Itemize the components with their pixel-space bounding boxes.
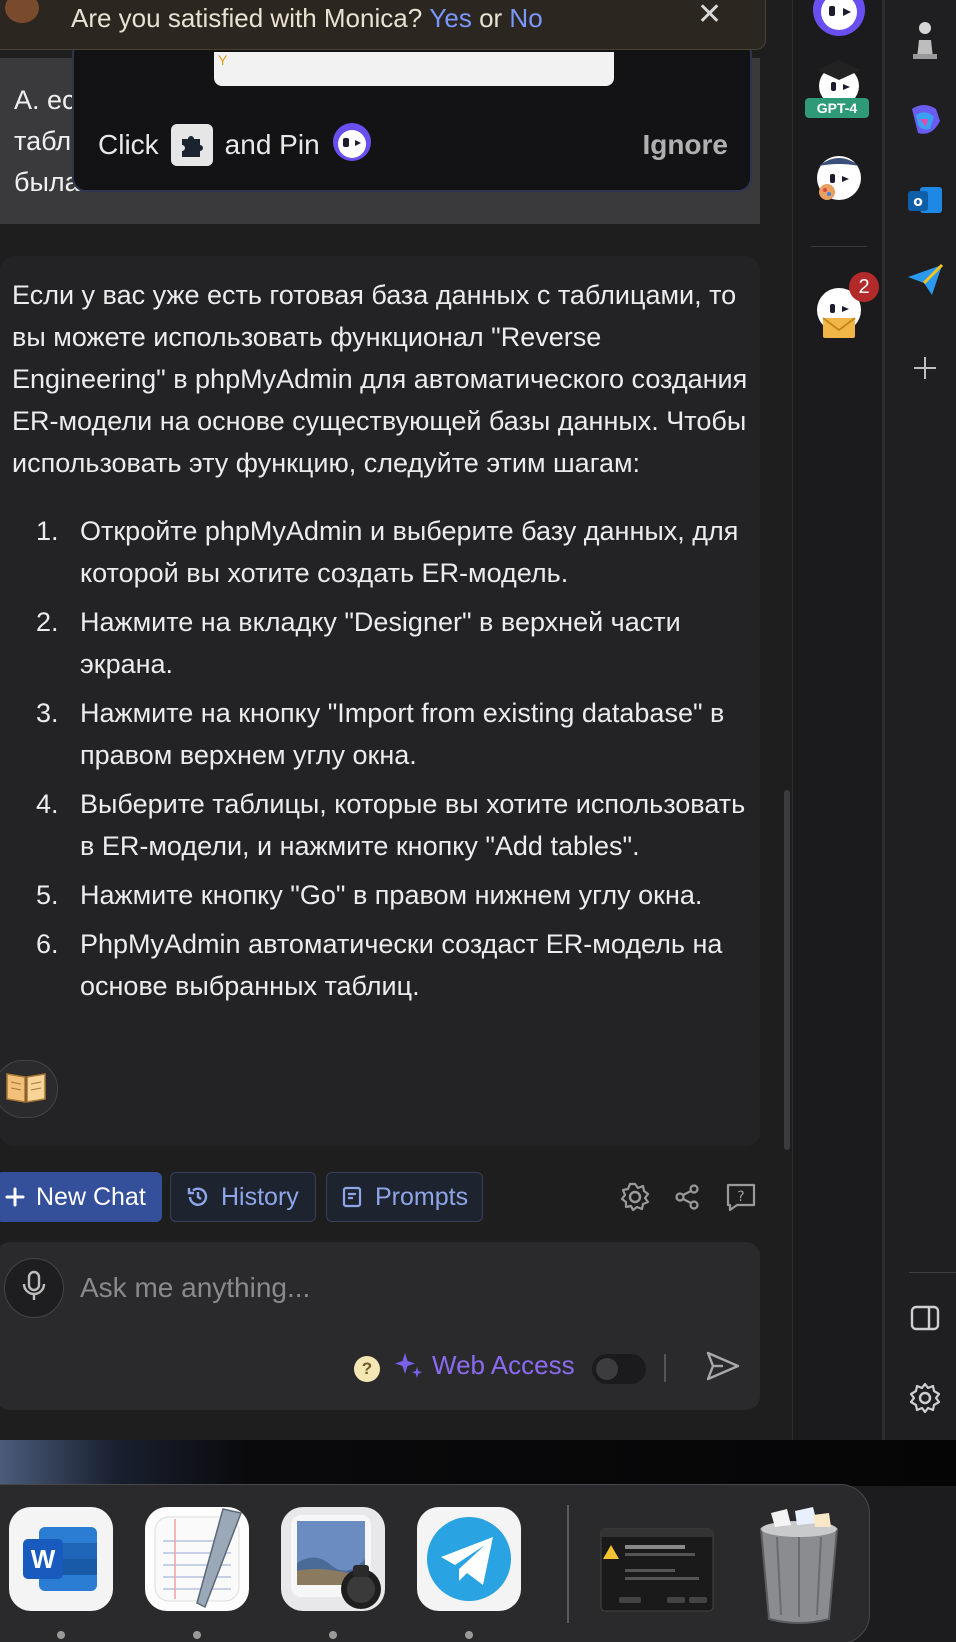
send-icon <box>705 1350 741 1387</box>
extensions-puzzle-icon <box>170 124 213 166</box>
history-label: History <box>221 1182 299 1211</box>
running-indicator <box>329 1631 337 1639</box>
feedback-no-link[interactable]: No <box>509 3 542 34</box>
monica-bot-icon[interactable] <box>811 0 867 38</box>
step-number: 2. <box>36 607 59 637</box>
monica-logo-icon <box>332 122 372 169</box>
gpt4-badge: GPT-4 <box>805 98 869 118</box>
step-text: PhpMyAdmin автоматически создаст ER-моде… <box>80 929 723 1001</box>
toggle-knob <box>596 1358 618 1380</box>
microphone-icon <box>20 1270 48 1307</box>
pin-popup-preview-text: Y <box>218 52 228 68</box>
chat-toolbar: New Chat History Prompts ? <box>0 1172 770 1224</box>
message-composer: ? Web Access <box>0 1242 760 1410</box>
answer-intro: Если у вас уже есть готовая база данных … <box>12 280 748 478</box>
dock-minimized-window-thumbnail[interactable] <box>597 1525 717 1615</box>
dock-app-word-icon[interactable]: W <box>9 1507 113 1611</box>
browser-sidebar: o <box>882 0 956 1440</box>
send-button[interactable] <box>702 1348 744 1388</box>
answer-steps: 1. Откройте phpMyAdmin и выберите базу да… <box>12 510 748 1007</box>
web-access-label[interactable]: Web Access <box>394 1350 575 1381</box>
pin-instructions: Click and Pin Ignore <box>98 122 728 168</box>
answer-step: 2. Нажмите на вкладку "Designer" в верхне… <box>36 601 748 685</box>
history-button[interactable]: History <box>170 1172 316 1222</box>
copilot-icon[interactable] <box>905 100 945 140</box>
feedback-banner: Are you satisfied with Monica? Yes or No… <box>0 0 766 50</box>
answer-step: 5. Нажмите кнопку "Go" в правом нижнем уг… <box>36 874 748 916</box>
web-access-toggle[interactable] <box>592 1354 646 1384</box>
feedback-or-text: or <box>479 2 503 33</box>
settings-gear-icon[interactable] <box>618 1180 652 1214</box>
answer-step: 6. PhpMyAdmin автоматически создаст ER-мо… <box>36 923 748 1007</box>
step-text: Нажмите кнопку "Go" в правом нижнем углу… <box>80 880 703 910</box>
artist-bot-icon[interactable] <box>811 148 867 204</box>
new-chat-button[interactable]: New Chat <box>0 1172 162 1222</box>
running-indicator <box>193 1631 201 1639</box>
running-indicator <box>465 1631 473 1639</box>
step-number: 5. <box>36 880 59 910</box>
sidebar-settings-icon[interactable] <box>905 1378 945 1418</box>
pin-popup-preview-field: Y <box>214 52 614 86</box>
dock-app-textedit-icon[interactable] <box>145 1507 249 1611</box>
step-number: 3. <box>36 698 59 728</box>
step-text: Нажмите на кнопку "Import from existing … <box>80 698 725 770</box>
web-access-text: Web Access <box>432 1350 575 1380</box>
monica-avatar-icon <box>5 0 39 23</box>
dock-trash-icon[interactable] <box>747 1507 851 1624</box>
pin-extension-popup: Y Click and Pin Ignore <box>72 40 752 192</box>
prompts-icon <box>341 1185 365 1209</box>
assistant-message: Если у вас уже есть готовая база данных … <box>0 256 760 1146</box>
dock: W <box>0 1484 870 1642</box>
answer-step: 4. Выберите таблицы, которые вы хотите ис… <box>36 783 748 867</box>
feedback-question: Are you satisfied with Monica? <box>71 2 423 33</box>
sidebar-divider <box>811 246 867 247</box>
step-number: 4. <box>36 789 59 819</box>
outlook-icon[interactable]: o <box>905 180 945 220</box>
add-icon[interactable] <box>905 348 945 388</box>
split-view-icon[interactable] <box>905 1298 945 1338</box>
chat-panel: А. ес табл была готова Если у вас уже ес… <box>0 0 792 1440</box>
answer-step: 1. Откройте phpMyAdmin и выберите базу да… <box>36 510 748 594</box>
word-letter: W <box>31 1544 56 1574</box>
browser-sidebar-divider <box>909 1272 956 1273</box>
open-book-icon <box>5 1070 47 1109</box>
help-icon[interactable]: ? <box>354 1356 380 1382</box>
step-text: Откройте phpMyAdmin и выберите базу данн… <box>80 516 739 588</box>
plus-icon <box>4 1186 26 1208</box>
and-pin-label: and Pin <box>224 129 320 160</box>
answer-step: 3. Нажмите на кнопку "Import from existin… <box>36 692 748 776</box>
step-text: Нажмите на вкладку "Designer" в верхней … <box>80 607 681 679</box>
microphone-button[interactable] <box>4 1258 64 1318</box>
send-plane-icon[interactable] <box>905 260 945 300</box>
prompts-button[interactable]: Prompts <box>326 1172 483 1222</box>
read-mode-button[interactable] <box>0 1060 58 1118</box>
step-number: 1. <box>36 516 59 546</box>
message-input[interactable] <box>80 1268 720 1308</box>
ignore-button[interactable]: Ignore <box>642 129 728 161</box>
running-indicator <box>57 1631 65 1639</box>
history-icon <box>185 1184 211 1210</box>
step-text: Выберите таблицы, которые вы хотите испо… <box>80 789 746 861</box>
new-chat-label: New Chat <box>36 1182 146 1211</box>
notification-badge: 2 <box>849 272 879 302</box>
svg-text:o: o <box>913 194 923 210</box>
step-number: 6. <box>36 929 59 959</box>
feedback-yes-link[interactable]: Yes <box>429 3 471 34</box>
feedback-icon[interactable]: ? <box>724 1180 758 1214</box>
prompts-label: Prompts <box>375 1182 469 1211</box>
share-icon[interactable] <box>670 1180 704 1214</box>
dock-separator <box>567 1505 569 1623</box>
chess-icon[interactable] <box>905 20 945 60</box>
close-icon[interactable]: ✕ <box>697 0 722 32</box>
sparkle-icon <box>394 1351 424 1381</box>
chat-scrollbar[interactable] <box>784 790 790 1150</box>
dock-app-preview-icon[interactable] <box>281 1507 385 1611</box>
click-label: Click <box>98 129 159 160</box>
desktop-wallpaper <box>0 1440 956 1486</box>
composer-divider <box>664 1354 666 1382</box>
dock-app-telegram-icon[interactable] <box>417 1507 521 1611</box>
monica-bot-sidebar: GPT-4 2 <box>792 0 882 1440</box>
svg-text:?: ? <box>737 1189 744 1205</box>
